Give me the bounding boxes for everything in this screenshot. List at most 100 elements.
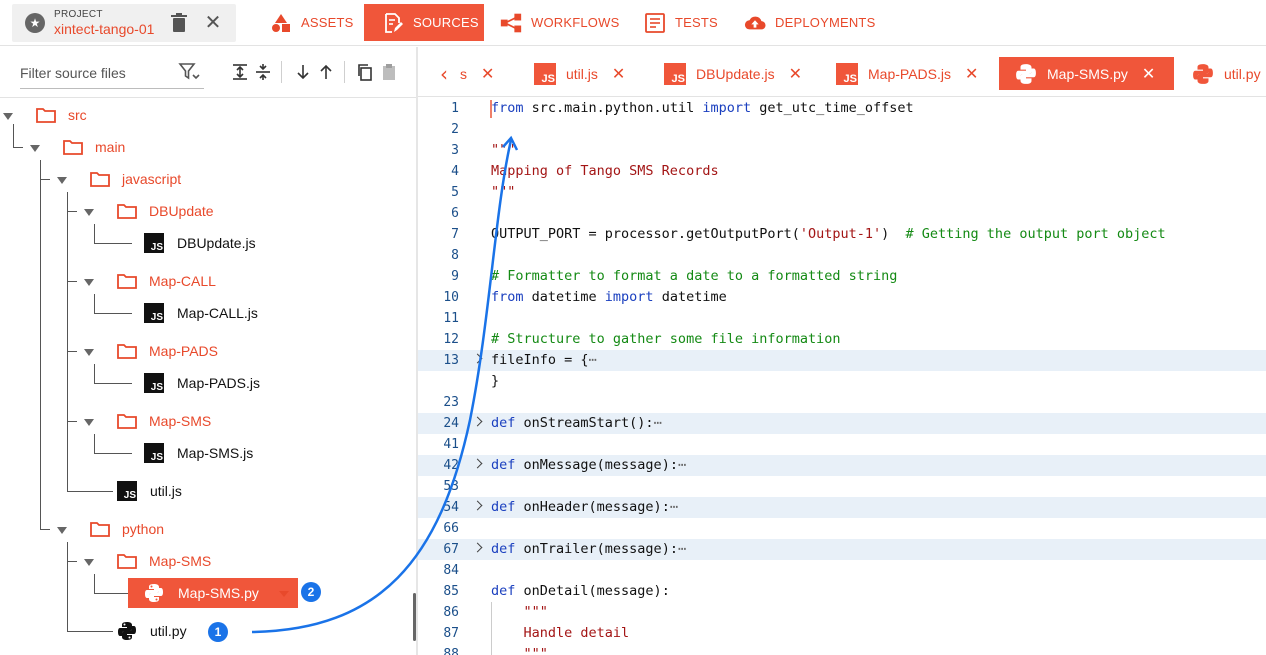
tree-folder-dbupdate[interactable]: DBUpdate <box>117 199 214 223</box>
code-editor[interactable]: 1 from src.main.python.util import get_ut… <box>418 98 1266 655</box>
nav-tab-tests[interactable]: TESTS <box>638 4 728 41</box>
editor-tab-util-js[interactable]: JS util.js ✕ <box>534 57 625 90</box>
tree-folder-map-sms[interactable]: Map-SMS <box>117 409 211 433</box>
code-line[interactable]: 66 <box>418 518 1266 539</box>
code-text: """ <box>491 140 515 161</box>
expand-caret-python-map-sms[interactable] <box>84 559 94 566</box>
tree-file-map-call-js[interactable]: JS Map-CALL.js <box>144 301 258 325</box>
code-line[interactable]: 86 """ <box>418 602 1266 623</box>
close-tab-icon[interactable]: ✕ <box>965 64 978 83</box>
fold-chevron-icon[interactable] <box>472 458 483 469</box>
tree-file-label: Map-PADS.js <box>177 375 260 391</box>
expand-caret-javascript[interactable] <box>57 177 67 184</box>
nav-tab-workflows[interactable]: WORKFLOWS <box>494 4 624 41</box>
expand-caret-dbupdate[interactable] <box>84 209 94 216</box>
project-selector[interactable]: ★ PROJECT xintect-tango-01 ✕ <box>12 4 236 42</box>
code-line[interactable]: 12 # Structure to gather some file inform… <box>418 329 1266 350</box>
editor-tab-map-pads-js[interactable]: JS Map-PADS.js ✕ <box>836 57 978 90</box>
fold-chevron-icon[interactable] <box>472 500 483 511</box>
code-token: datetime <box>523 289 605 305</box>
nav-tab-assets[interactable]: ASSETS <box>262 4 362 41</box>
close-tab-icon[interactable]: ✕ <box>612 64 625 83</box>
expand-caret-map-call[interactable] <box>84 279 94 286</box>
code-line[interactable]: 7 OUTPUT_PORT = processor.getOutputPort('… <box>418 224 1266 245</box>
code-line[interactable]: 4 Mapping of Tango SMS Records <box>418 161 1266 182</box>
paste-icon[interactable] <box>380 63 398 81</box>
close-tab-icon[interactable]: ✕ <box>481 64 494 83</box>
code-token: } <box>491 373 500 389</box>
expand-caret-main[interactable] <box>30 145 40 152</box>
code-line[interactable]: 87 Handle detail <box>418 623 1266 644</box>
code-line[interactable]: 8 <box>418 245 1266 266</box>
tree-folder-map-pads[interactable]: Map-PADS <box>117 339 218 363</box>
tree-folder-main[interactable]: main <box>63 135 125 159</box>
code-token: """ <box>491 604 548 620</box>
code-line[interactable]: 54 def onHeader(message):⋯ <box>418 497 1266 518</box>
close-tab-icon[interactable]: ✕ <box>789 64 802 83</box>
toolbar-divider <box>344 61 345 83</box>
code-line[interactable]: 3 """ <box>418 140 1266 161</box>
nav-tab-deployments[interactable]: DEPLOYMENTS <box>738 4 888 41</box>
line-number: 88 <box>443 647 459 655</box>
code-line[interactable]: 23 <box>418 392 1266 413</box>
tree-file-map-sms-js[interactable]: JS Map-SMS.js <box>144 441 253 465</box>
editor-tab-partial[interactable]: ‹ s ✕ <box>440 57 494 90</box>
code-line[interactable]: } <box>418 371 1266 392</box>
code-line[interactable]: 24 def onStreamStart():⋯ <box>418 413 1266 434</box>
nav-tab-sources[interactable]: SOURCES <box>364 4 484 41</box>
edit-document-icon <box>385 12 403 33</box>
expand-caret-map-pads[interactable] <box>84 349 94 356</box>
code-line[interactable]: 84 <box>418 560 1266 581</box>
indent-guide <box>491 602 492 655</box>
collapse-all-icon[interactable] <box>254 63 272 81</box>
tree-line <box>67 351 77 352</box>
expand-all-icon[interactable] <box>231 63 249 81</box>
tree-file-map-sms-py-selected[interactable]: Map-SMS.py <box>128 578 298 608</box>
editor-tab-map-sms-py[interactable]: Map-SMS.py ✕ <box>999 57 1174 90</box>
tree-folder-map-call[interactable]: Map-CALL <box>117 269 216 293</box>
tree-file-map-pads-js[interactable]: JS Map-PADS.js <box>144 371 260 395</box>
code-line[interactable]: 9 # Formatter to format a date to a forma… <box>418 266 1266 287</box>
tree-folder-src[interactable]: src <box>36 103 87 127</box>
chevron-down-icon[interactable] <box>279 591 289 597</box>
fold-chevron-icon[interactable] <box>472 416 483 427</box>
filter-source-files-input[interactable] <box>20 63 170 83</box>
editor-tab-dbupdate-js[interactable]: JS DBUpdate.js ✕ <box>664 57 802 90</box>
code-text: """ <box>491 182 515 203</box>
code-line[interactable]: 6 <box>418 203 1266 224</box>
chevron-left-icon[interactable]: ‹ <box>440 62 448 86</box>
fold-chevron-icon[interactable] <box>472 542 483 553</box>
copy-icon[interactable] <box>356 63 374 81</box>
code-line[interactable]: 41 <box>418 434 1266 455</box>
code-line[interactable]: 11 <box>418 308 1266 329</box>
code-line[interactable]: 10 from datetime import datetime <box>418 287 1266 308</box>
tree-file-util-py[interactable]: util.py <box>117 619 187 643</box>
code-line[interactable]: 53 <box>418 476 1266 497</box>
close-tab-icon[interactable]: ✕ <box>1142 64 1155 83</box>
code-line[interactable]: 1 from src.main.python.util import get_ut… <box>418 98 1266 119</box>
arrow-down-icon[interactable] <box>294 63 312 81</box>
tree-file-dbupdate-js[interactable]: JS DBUpdate.js <box>144 231 256 255</box>
expand-caret-python[interactable] <box>57 527 67 534</box>
code-line[interactable]: 85 def onDetail(message): <box>418 581 1266 602</box>
code-line[interactable]: 5 """ <box>418 182 1266 203</box>
nav-tab-assets-label: ASSETS <box>301 15 354 30</box>
code-line[interactable]: 2 <box>418 119 1266 140</box>
tree-folder-python-map-sms[interactable]: Map-SMS <box>117 549 211 573</box>
arrow-up-icon[interactable] <box>317 63 335 81</box>
expand-caret-map-sms[interactable] <box>84 419 94 426</box>
filter-icon[interactable] <box>178 61 200 83</box>
close-project-icon[interactable]: ✕ <box>202 11 224 33</box>
code-line[interactable]: 67 def onTrailer(message):⋯ <box>418 539 1266 560</box>
tree-file-util-js[interactable]: JS util.js <box>117 479 182 503</box>
expand-caret-src[interactable] <box>3 113 13 120</box>
tree-file-label: Map-SMS.js <box>177 445 254 461</box>
code-line[interactable]: 88 """ <box>418 644 1266 655</box>
tree-folder-python[interactable]: python <box>90 517 164 541</box>
code-line[interactable]: 13 fileInfo = {⋯ <box>418 350 1266 371</box>
fold-chevron-icon[interactable] <box>472 353 483 364</box>
trash-icon[interactable] <box>170 12 188 34</box>
code-line[interactable]: 42 def onMessage(message):⋯ <box>418 455 1266 476</box>
editor-tab-util-py[interactable]: util.py <box>1192 57 1261 90</box>
tree-folder-javascript[interactable]: javascript <box>90 167 181 191</box>
